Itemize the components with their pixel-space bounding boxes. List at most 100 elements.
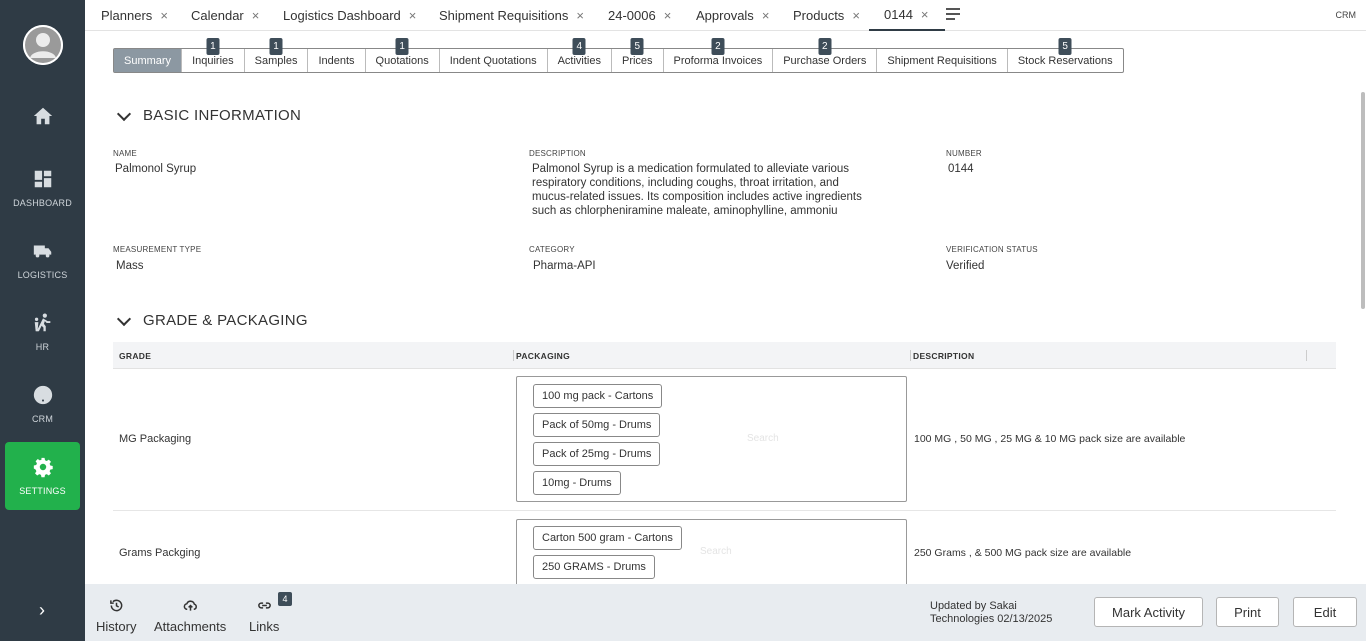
tab-label: 0144 <box>884 7 913 22</box>
tab-planners[interactable]: Planners × <box>101 0 168 31</box>
close-icon[interactable]: × <box>664 8 672 23</box>
packaging-search-input[interactable]: Search <box>700 546 732 557</box>
sidebar: DASHBOARD LOGISTICS HR CRM SETTINGS › <box>0 0 85 641</box>
section-title: BASIC INFORMATION <box>143 107 302 124</box>
subtab-activities[interactable]: 4 Activities <box>548 38 612 72</box>
nav-dashboard[interactable]: DASHBOARD <box>5 154 80 222</box>
expand-sidebar-button[interactable]: › <box>30 598 54 622</box>
nav-hr[interactable]: HR <box>5 298 80 366</box>
user-avatar[interactable] <box>23 25 63 65</box>
subtab-indent-quotations[interactable]: Indent Quotations <box>440 49 548 72</box>
subtab-label: Purchase Orders <box>783 54 867 67</box>
packaging-chip[interactable]: 250 GRAMS - Drums <box>533 555 655 579</box>
nav-logistics[interactable]: LOGISTICS <box>5 226 80 294</box>
packaging-multiselect[interactable]: 100 mg pack - Cartons Pack of 50mg - Dru… <box>516 376 907 502</box>
close-icon[interactable]: × <box>852 8 860 23</box>
updated-by-line: Updated by Sakai <box>930 600 1017 612</box>
close-icon[interactable]: × <box>921 7 929 22</box>
subtab-indents[interactable]: Indents <box>308 49 366 72</box>
close-icon[interactable]: × <box>762 8 770 23</box>
tab-products[interactable]: Products × <box>793 0 860 31</box>
links-button[interactable]: Links <box>249 598 279 634</box>
tab-calendar[interactable]: Calendar × <box>191 0 259 31</box>
nav-logistics-label: LOGISTICS <box>17 270 68 280</box>
description-label: DESCRIPTION <box>529 149 586 158</box>
packaging-multiselect[interactable]: Carton 500 gram - Cartons 250 GRAMS - Dr… <box>516 519 907 589</box>
subtab-label: Indent Quotations <box>449 54 537 67</box>
nav-settings[interactable]: SETTINGS <box>5 442 80 510</box>
cloud-upload-icon <box>183 600 197 611</box>
grade-cell: MG Packaging <box>119 433 192 445</box>
chevron-right-icon: › <box>39 599 45 620</box>
measurement-type-label: MEASUREMENT TYPE <box>113 245 202 254</box>
subtab-samples[interactable]: 1 Samples <box>245 38 309 72</box>
subtab-purchase-orders[interactable]: 2 Purchase Orders <box>773 38 878 72</box>
tab-label: Logistics Dashboard <box>283 8 401 23</box>
packaging-chip[interactable]: 10mg - Drums <box>533 471 621 495</box>
column-header-packaging[interactable]: PACKAGING <box>516 351 570 361</box>
subtab-label: Stock Reservations <box>1017 54 1113 67</box>
description-cell: 250 Grams , & 500 MG pack size are avail… <box>914 547 1132 559</box>
close-icon[interactable]: × <box>576 8 584 23</box>
tab-approvals[interactable]: Approvals × <box>696 0 769 31</box>
subtab-label: Samples <box>254 54 298 67</box>
mark-activity-button[interactable]: Mark Activity <box>1094 597 1203 627</box>
basic-information-section-toggle[interactable]: BASIC INFORMATION <box>116 106 302 124</box>
measurement-type-value: Mass <box>116 260 144 272</box>
close-icon[interactable]: × <box>252 8 260 23</box>
tab-label: Planners <box>101 8 153 23</box>
subtab-stock-reservations[interactable]: 5 Stock Reservations <box>1008 38 1123 72</box>
description-line: Palmonol Syrup is a medication formulate… <box>532 163 850 175</box>
history-label: History <box>96 619 137 634</box>
nav-home[interactable] <box>5 82 80 150</box>
nav-settings-label: SETTINGS <box>19 486 66 496</box>
nav-hr-label: HR <box>35 342 50 352</box>
packaging-chip[interactable]: Pack of 50mg - Drums <box>533 413 661 437</box>
subtab-proforma-invoices[interactable]: 2 Proforma Invoices <box>664 38 774 72</box>
nav-dashboard-label: DASHBOARD <box>13 198 72 208</box>
top-tab-bar: Planners × Calendar × Logistics Dashboar… <box>85 0 1366 31</box>
truck-icon <box>33 245 51 258</box>
packaging-chip[interactable]: Pack of 25mg - Drums <box>533 442 661 466</box>
verification-status-value: Verified <box>946 260 985 272</box>
column-header-description[interactable]: DESCRIPTION <box>913 351 974 361</box>
tab-menu-icon[interactable] <box>946 8 962 22</box>
record-sub-tabs: Summary 1 Inquiries 1 Samples Indents 1 … <box>113 38 1124 73</box>
attachments-button[interactable]: Attachments <box>154 598 226 634</box>
table-row[interactable]: Grams Packging Carton 500 gram - Cartons… <box>113 511 1336 589</box>
subtab-inquiries[interactable]: 1 Inquiries <box>182 38 245 72</box>
tab-label: Shipment Requisitions <box>439 8 569 23</box>
subtab-label: Summary <box>124 54 172 67</box>
number-label: NUMBER <box>946 149 982 158</box>
grade-packaging-section-toggle[interactable]: GRADE & PACKAGING <box>116 311 308 329</box>
tab-label: Approvals <box>696 8 754 23</box>
print-button[interactable]: Print <box>1216 597 1279 627</box>
subtab-prices[interactable]: 5 Prices <box>612 38 664 72</box>
subtab-shipment-requisitions[interactable]: Shipment Requisitions <box>877 49 1008 72</box>
vertical-scrollbar[interactable] <box>1361 92 1365 309</box>
column-header-grade[interactable]: GRADE <box>119 351 151 361</box>
description-line: respiratory conditions, including coughs… <box>532 177 839 189</box>
history-button[interactable]: History <box>96 598 136 634</box>
subtab-quotations[interactable]: 1 Quotations <box>366 38 440 72</box>
count-badge: 2 <box>711 38 725 55</box>
tab-0144[interactable]: 0144 × <box>869 0 945 31</box>
table-row[interactable]: MG Packaging 100 mg pack - Cartons Pack … <box>113 369 1336 511</box>
packaging-chip[interactable]: 100 mg pack - Cartons <box>533 384 663 408</box>
close-icon[interactable]: × <box>409 8 417 23</box>
links-label: Links <box>249 619 280 634</box>
edit-button[interactable]: Edit <box>1293 597 1357 627</box>
packaging-chip[interactable]: Carton 500 gram - Cartons <box>533 526 682 550</box>
subtab-summary[interactable]: Summary <box>114 49 183 72</box>
count-badge: 5 <box>630 38 644 55</box>
user-avatar-icon <box>23 25 63 65</box>
dashboard-icon <box>34 170 51 188</box>
nav-crm[interactable]: CRM <box>5 370 80 438</box>
count-badge: 2 <box>818 38 832 55</box>
tab-logistics-dashboard[interactable]: Logistics Dashboard × <box>283 0 416 31</box>
packaging-search-input[interactable]: Search <box>747 433 779 444</box>
attachments-label: Attachments <box>154 619 227 634</box>
tab-shipment-requisitions[interactable]: Shipment Requisitions × <box>439 0 584 31</box>
tab-24-0006[interactable]: 24-0006 × <box>608 0 671 31</box>
close-icon[interactable]: × <box>160 8 168 23</box>
